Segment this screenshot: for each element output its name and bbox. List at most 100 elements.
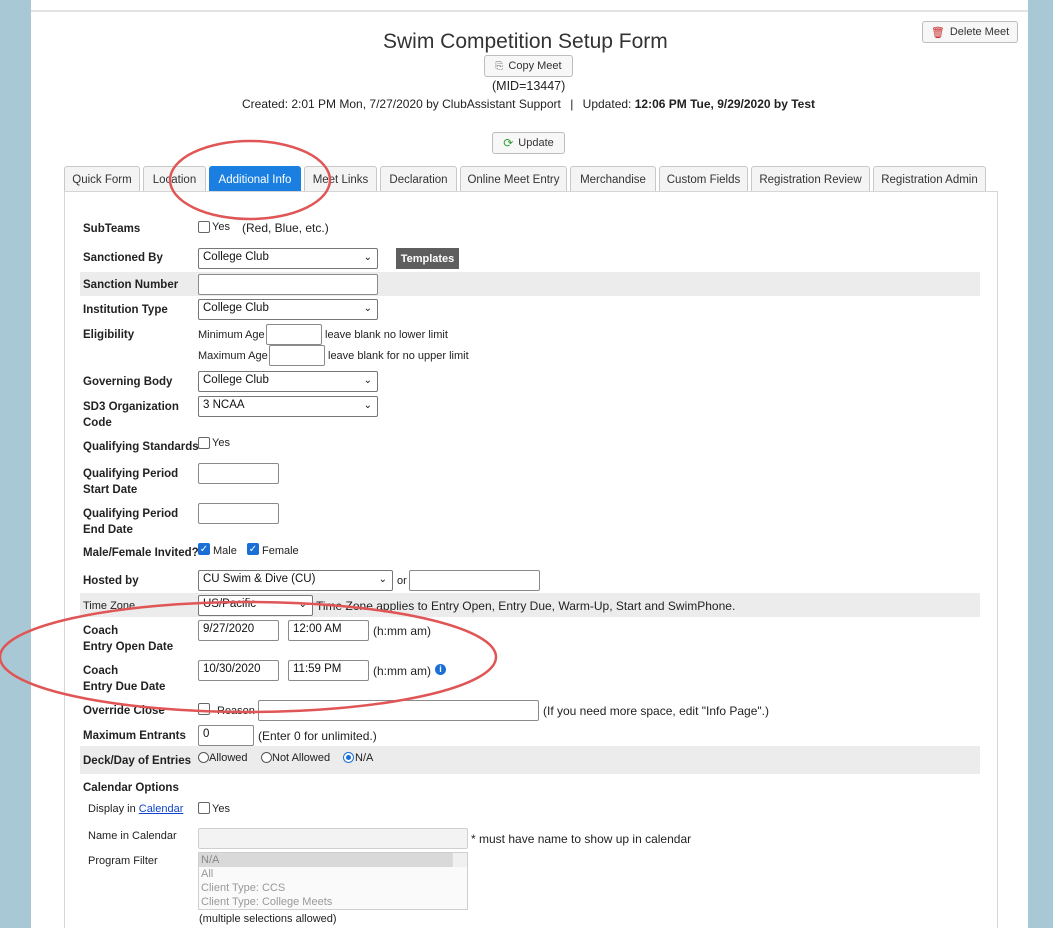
max-age-hint: leave blank for no upper limit [328,350,469,362]
display-in-text: Display in [88,803,136,815]
or-label: or [397,575,407,587]
chevron-down-icon: ⌄ [378,574,387,585]
chevron-down-icon: ⌄ [363,400,372,411]
audit-line: Created: 2:01 PM Mon, 7/27/2020 by ClubA… [242,97,815,111]
entry-open-line2: Entry Open Date [83,641,174,653]
tab-additional-info[interactable]: Additional Info [209,166,301,192]
meet-id: (MID=13447) [492,79,566,93]
maximum-entrants-input[interactable]: 0 [198,725,254,746]
max-age-input[interactable] [269,345,325,366]
sanction-number-input[interactable] [198,274,378,295]
trash-icon: 🗑 [930,26,945,39]
override-close-checkbox[interactable] [198,703,210,715]
institution-type-label: Institution Type [83,304,168,316]
sanctioned-by-select[interactable]: College Club ⌄ [198,248,378,269]
tab-label: Registration Review [759,173,862,186]
list-item[interactable]: All [199,867,467,881]
deck-not-allowed-radio[interactable] [261,752,272,763]
subteams-checkbox[interactable] [198,221,210,233]
name-in-calendar-input[interactable] [198,828,468,849]
tab-location[interactable]: Location [143,166,206,192]
qual-start-date-input[interactable] [198,463,279,484]
delete-meet-button[interactable]: 🗑 Delete Meet [922,21,1018,43]
tab-meet-links[interactable]: Meet Links [304,166,377,192]
copy-meet-button[interactable]: ⎘ Copy Meet [484,55,573,77]
entry-open-date-input[interactable]: 9/27/2020 [198,620,279,641]
list-item[interactable]: N/A [199,853,467,867]
created-text: Created: 2:01 PM Mon, 7/27/2020 by ClubA… [242,97,561,111]
tab-label: Quick Form [72,173,132,186]
audit-separator: | [570,97,574,111]
hosted-by-other-input[interactable] [409,570,540,591]
entry-due-line1: Coach [83,665,119,677]
update-button[interactable]: ⟳ Update [492,132,565,154]
sd3-code-select[interactable]: 3 NCAA ⌄ [198,396,378,417]
subteams-hint: (Red, Blue, etc.) [242,221,329,235]
tab-registration-review[interactable]: Registration Review [751,166,870,192]
female-checkbox[interactable]: ✓ [247,543,259,555]
qual-end-label: Qualifying Period End Date [83,506,178,538]
copy-icon: ⎘ [495,60,504,72]
list-item[interactable]: Client Type: CCS [199,881,467,895]
tab-quick-form[interactable]: Quick Form [64,166,140,192]
tab-online-meet-entry[interactable]: Online Meet Entry [460,166,567,192]
time-zone-select[interactable]: US/Pacific ⌄ [198,595,313,616]
listbox-scrollbar[interactable] [452,853,467,867]
tab-label: Declaration [389,173,448,186]
deck-allowed-radio[interactable] [198,752,209,763]
calendar-options-label: Calendar Options [83,782,179,794]
governing-body-select[interactable]: College Club ⌄ [198,371,378,392]
female-label: Female [262,545,299,557]
chevron-down-icon: ⌄ [363,375,372,386]
override-close-label: Override Close [83,705,165,717]
sd3-label-line1: SD3 Organization [83,401,179,413]
name-in-calendar-hint: * must have name to show up in calendar [471,832,692,846]
entry-due-time-input[interactable]: 11:59 PM [288,660,369,681]
qual-start-line2: Start Date [83,484,138,496]
select-value: US/Pacific [203,598,257,610]
tab-label: Custom Fields [666,173,741,186]
override-reason-input[interactable] [258,700,539,721]
min-age-input[interactable] [266,324,322,345]
entry-due-date-input[interactable]: 10/30/2020 [198,660,279,681]
program-filter-listbox[interactable]: N/A All Client Type: CCS Client Type: Co… [198,852,468,910]
deck-allowed-label: Allowed [209,752,248,764]
info-icon[interactable]: i [435,664,446,675]
entry-due-line2: Entry Due Date [83,681,166,693]
entry-open-line1: Coach [83,625,119,637]
male-label: Male [213,545,237,557]
display-in-calendar-label: Display in Calendar [88,803,183,815]
qualifying-standards-yes: Yes [212,437,230,449]
select-value: 3 NCAA [203,399,245,411]
entry-open-time-input[interactable]: 12:00 AM [288,620,369,641]
refresh-icon: ⟳ [503,136,514,150]
page-title: Swim Competition Setup Form [383,30,668,53]
hosted-by-select[interactable]: CU Swim & Dive (CU) ⌄ [198,570,393,591]
sanctioned-by-label: Sanctioned By [83,252,163,264]
list-item[interactable]: Client Type: College Meets [199,895,467,909]
male-checkbox[interactable]: ✓ [198,543,210,555]
display-in-calendar-checkbox[interactable] [198,802,210,814]
select-value: College Club [203,374,269,386]
sd3-label-line2: Code [83,417,112,429]
qual-start-line1: Qualifying Period [83,468,179,480]
deck-not-allowed-label: Not Allowed [272,752,331,764]
qual-end-date-input[interactable] [198,503,279,524]
updated-value: 12:06 PM Tue, 9/29/2020 by Test [634,97,816,111]
calendar-link[interactable]: Calendar [139,803,184,815]
tab-custom-fields[interactable]: Custom Fields [659,166,748,192]
qualifying-standards-checkbox[interactable] [198,437,210,449]
templates-button[interactable]: Templates [396,248,459,269]
tab-declaration[interactable]: Declaration [380,166,457,192]
top-divider [31,10,1028,12]
time-zone-hint: Time Zone applies to Entry Open, Entry D… [316,599,736,613]
subteams-yes-label: Yes [212,221,230,233]
tab-merchandise[interactable]: Merchandise [570,166,656,192]
tab-registration-admin[interactable]: Registration Admin [873,166,986,192]
entry-due-time-hint: (h:mm am) [373,664,431,678]
institution-type-select[interactable]: College Club ⌄ [198,299,378,320]
chevron-down-icon: ⌄ [363,303,372,314]
updated-label: Updated: [582,97,632,111]
deck-na-radio[interactable] [343,752,354,763]
entry-open-label: Coach Entry Open Date [83,623,173,655]
